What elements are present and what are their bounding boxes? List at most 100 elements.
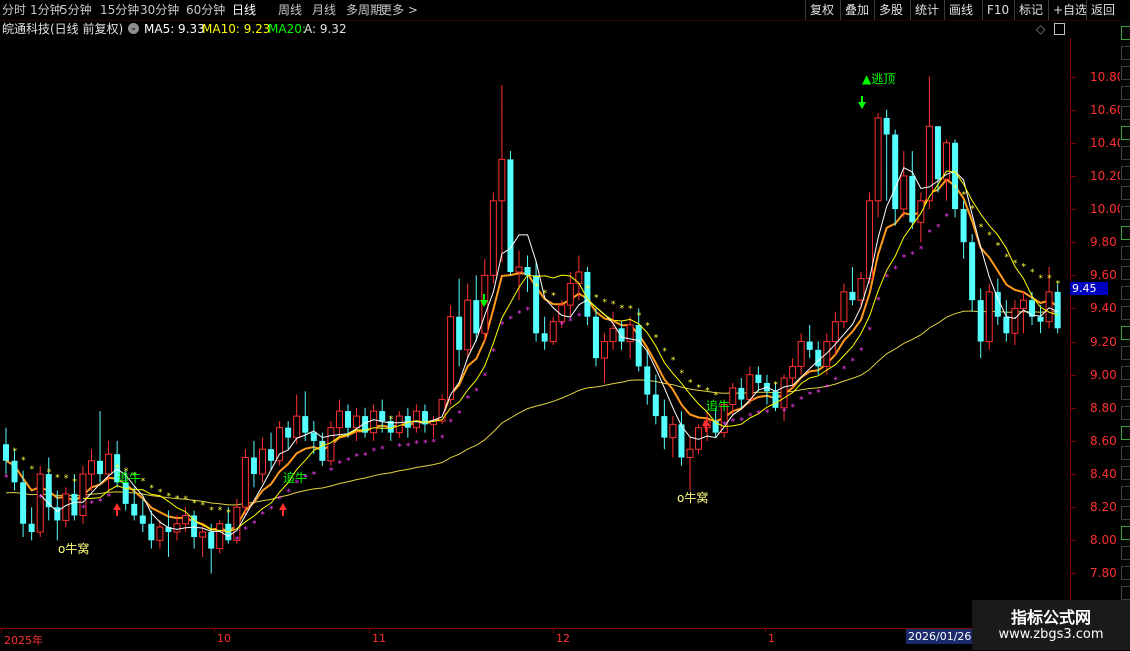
side-glyph	[1121, 106, 1130, 120]
stock-title[interactable]: 皖通科技(日线 前复权)	[2, 21, 123, 37]
candle-body-up	[601, 341, 608, 359]
price-tick	[1070, 109, 1076, 111]
candle-body-down	[1003, 316, 1010, 334]
price-tick	[1070, 474, 1076, 476]
signal-dot: *	[192, 499, 197, 509]
price-tick	[1070, 275, 1076, 277]
candle-body-down	[541, 333, 548, 342]
signal-dot: *	[919, 245, 924, 255]
signal-dot: *	[218, 506, 223, 516]
period-tab-5[interactable]: 60分钟	[186, 2, 225, 18]
price-label: 8.40	[1090, 467, 1117, 482]
candle-body-down	[208, 532, 215, 549]
signal-dot: *	[201, 501, 206, 511]
side-glyph	[1121, 126, 1130, 140]
signal-dot: *	[440, 434, 445, 444]
signal-dot: *	[90, 499, 95, 509]
side-glyph	[1121, 146, 1130, 160]
toolbar-button-6[interactable]: 标记	[1014, 0, 1047, 20]
diamond-icon[interactable]: ◇	[1036, 21, 1045, 37]
period-tab-9[interactable]: 多周期	[346, 2, 382, 18]
toolbar-button-5[interactable]: F10	[982, 0, 1013, 20]
candle-body-up	[669, 423, 677, 439]
period-tab-7[interactable]: 周线	[278, 2, 302, 18]
top-escape-label: ▲逃顶	[862, 72, 895, 86]
candle-body-down	[755, 374, 762, 383]
current-price-tag: 9.45	[1070, 282, 1108, 295]
side-glyph	[1121, 366, 1130, 380]
ma5-value: MA5: 9.33	[144, 22, 205, 36]
window-toggle-icon[interactable]	[1054, 23, 1065, 35]
signal-dot: *	[141, 477, 146, 487]
up-arrow-icon	[113, 503, 121, 510]
indicator-info-bar: 皖通科技(日线 前复权) ⌄ MA5: 9.33 MA10: 9.23 MA20…	[0, 21, 1070, 37]
period-tab-2[interactable]: 5分钟	[60, 2, 92, 18]
toolbar-button-1[interactable]: 叠加	[840, 0, 873, 20]
candle-body-down	[97, 460, 104, 475]
toolbar-button-3[interactable]: 统计	[910, 0, 943, 20]
signal-dot: *	[269, 505, 274, 515]
signal-dot: *	[158, 488, 163, 498]
signal-dot: *	[568, 317, 573, 327]
price-tick	[1070, 440, 1076, 442]
candle-body-down	[977, 300, 984, 342]
ma10-line	[83, 170, 1058, 533]
candle-body-up	[276, 427, 284, 462]
toolbar-button-0[interactable]: 复权	[805, 0, 838, 20]
period-tab-0[interactable]: 分时	[2, 2, 26, 18]
candle-body-down	[285, 427, 292, 438]
signal-dot: *	[902, 253, 907, 263]
candle-body-down	[1037, 316, 1044, 322]
candle-body-up	[173, 523, 181, 533]
candle-body-up	[549, 321, 557, 343]
period-tab-6[interactable]: 日线	[232, 2, 256, 18]
period-tab-1[interactable]: 1分钟	[30, 2, 62, 18]
signal-dot: *	[893, 265, 898, 275]
signal-dot: *	[603, 298, 608, 308]
side-glyph	[1121, 426, 1130, 440]
candle-body-down	[883, 117, 890, 135]
period-tab-10[interactable]: 更多 >	[380, 2, 418, 18]
signal-dot: *	[508, 315, 513, 325]
candle-body-down	[960, 209, 967, 243]
candle-body-up	[498, 158, 506, 202]
toolbar-button-8[interactable]: 返回	[1086, 0, 1119, 20]
side-glyph	[1121, 306, 1130, 320]
signal-dot: *	[859, 347, 864, 357]
signal-dot: *	[175, 494, 180, 504]
side-glyph	[1121, 86, 1130, 100]
toolbar-button-2[interactable]: 多股	[874, 0, 907, 20]
signal-dot: *	[526, 306, 531, 316]
side-glyph	[1121, 46, 1130, 60]
side-glyph	[1121, 26, 1130, 40]
settings-gear-icon[interactable]: ⌄	[128, 23, 139, 34]
signal-dot: *	[397, 443, 402, 453]
time-tick	[765, 629, 766, 633]
toolbar-button-4[interactable]: 画线	[944, 0, 977, 20]
price-axis: 10.80 10.60 10.40 10.20 10.00 9.80 9.60 9.40 9.2…	[1070, 38, 1124, 628]
price-label: 9.60	[1090, 268, 1117, 283]
candle-body-up	[182, 514, 190, 525]
side-panel-strip	[1120, 20, 1130, 630]
signal-dot: *	[64, 474, 69, 484]
toolbar-button-7[interactable]: +自选	[1048, 0, 1091, 20]
side-glyph	[1121, 446, 1130, 460]
candle-body-down	[3, 444, 9, 461]
signal-dot: *	[953, 184, 958, 194]
period-tab-4[interactable]: 30分钟	[140, 2, 179, 18]
signal-dot: *	[337, 460, 342, 470]
signal-dot: *	[474, 387, 479, 397]
signal-dot: *	[1039, 274, 1044, 284]
period-tab-3[interactable]: 15分钟	[100, 2, 139, 18]
candle-body-down	[635, 325, 642, 367]
side-glyph	[1121, 466, 1130, 480]
chase-bull-label: 追牛	[283, 470, 307, 485]
candle-body-down	[122, 482, 129, 504]
kline-chart[interactable]: * * * * * * * * * * * * * * * * * * * * * * * * * * * * * * * * * * * * * * * *…	[0, 38, 1070, 628]
signal-dot: *	[209, 506, 214, 516]
signal-dot: *	[876, 296, 881, 306]
candle-body-down	[738, 387, 745, 400]
period-tab-8[interactable]: 月线	[312, 2, 336, 18]
price-tick	[1070, 341, 1076, 343]
candle-body-up	[370, 410, 378, 434]
